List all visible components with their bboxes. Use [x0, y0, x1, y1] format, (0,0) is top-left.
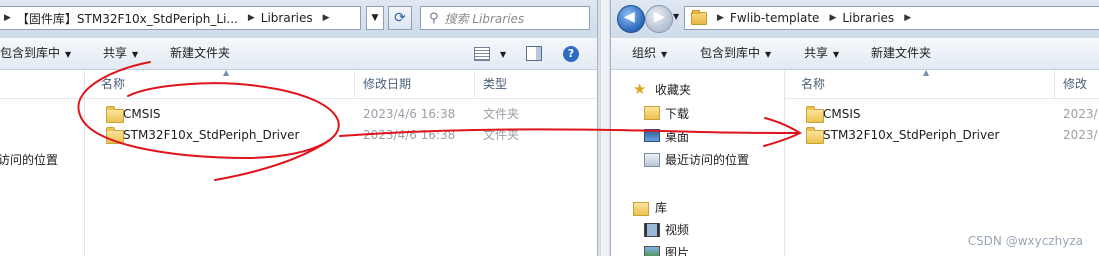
sort-arrow-icon: ▲ — [923, 68, 930, 77]
folder-icon — [106, 106, 124, 123]
preview-pane-icon — [526, 46, 542, 61]
window-divider — [597, 0, 611, 256]
new-folder-button[interactable]: 新建文件夹 — [871, 38, 931, 69]
file-name[interactable]: STM32F10x_StdPeriph_Driver — [823, 125, 999, 145]
help-icon: ? — [563, 46, 579, 62]
new-folder-label: 新建文件夹 — [170, 46, 231, 60]
breadcrumb-arrow-icon[interactable]: ▶ — [904, 13, 911, 23]
address-box[interactable]: ▶ Fwlib-template ▶ Libraries ▶ — [684, 6, 1099, 30]
breadcrumb-segment[interactable]: Libraries — [261, 11, 313, 25]
column-header-type[interactable]: 类型 — [475, 70, 585, 98]
search-placeholder: 搜索 Libraries — [444, 11, 525, 26]
downloads-folder-icon — [644, 106, 660, 120]
address-history-dropdown[interactable]: ▼ — [366, 6, 384, 30]
chevron-down-icon: ▼ — [661, 50, 668, 59]
organize-button[interactable]: 组织 ▼ — [632, 38, 667, 69]
chevron-down-icon: ▼ — [500, 50, 507, 59]
chevron-down-icon: ▼ — [65, 50, 72, 59]
organize-label: 组织 — [632, 46, 657, 60]
toolbar: 组织 ▼ 包含到库中 ▼ 共享 ▼ 新建文件夹 — [611, 38, 1099, 70]
file-date: 2023/4/6 16:38 — [363, 128, 456, 142]
left-explorer-window: ▶ 【固件库】STM32F10x_StdPeriph_Li... ▶ Libra… — [0, 0, 597, 256]
refresh-icon[interactable]: ⟳ — [388, 6, 412, 30]
forward-icon[interactable]: ▶ — [645, 5, 673, 33]
file-name[interactable]: CMSIS — [823, 104, 861, 124]
column-header-date[interactable]: 修改日期 — [355, 70, 475, 98]
address-box[interactable]: ▶ 【固件库】STM32F10x_StdPeriph_Li... ▶ Libra… — [0, 6, 361, 30]
navigation-pane: ★ 收藏夹 下载 桌面 最近访问的位置 库 视频 图片 — [611, 70, 785, 256]
file-list: 名称 修改日期 类型 ▲ CMSIS 2023/4/6 16:38 文件夹 ST… — [85, 68, 597, 256]
share-label: 共享 — [804, 46, 829, 60]
breadcrumb-arrow-icon[interactable]: ▶ — [717, 13, 724, 23]
nav-label: 收藏夹 — [655, 83, 692, 97]
breadcrumb-segment[interactable]: Fwlib-template — [730, 11, 820, 25]
column-headers: 名称 修改日期 类型 ▲ — [85, 68, 597, 99]
nav-label: 图片 — [665, 246, 690, 256]
file-list: 名称 修改 ▲ CMSIS 2023/ STM32F10x_StdPeriph_… — [785, 68, 1099, 256]
new-folder-label: 新建文件夹 — [871, 46, 932, 60]
chevron-down-icon: ▼ — [132, 50, 139, 59]
column-header-date[interactable]: 修改 — [1055, 70, 1099, 98]
include-in-library-button[interactable]: 包含到库中 ▼ — [700, 38, 771, 69]
search-icon: ⚲ — [429, 10, 439, 26]
file-name[interactable]: CMSIS — [123, 104, 161, 124]
share-button[interactable]: 共享 ▼ — [103, 38, 138, 69]
column-headers: 名称 修改 ▲ — [785, 68, 1099, 99]
sort-arrow-icon: ▲ — [223, 68, 230, 77]
nav-label: 下载 — [665, 107, 690, 121]
desktop-icon — [644, 129, 660, 142]
view-options-button[interactable]: ▼ — [474, 38, 506, 69]
folder-icon — [806, 127, 824, 144]
file-date: 2023/4/6 16:38 — [363, 107, 456, 121]
include-label: 包含到库中 — [700, 46, 761, 60]
pictures-icon — [644, 246, 660, 256]
star-icon: ★ — [633, 80, 647, 98]
chevron-down-icon: ▼ — [765, 50, 772, 59]
view-icon — [474, 46, 490, 61]
breadcrumb-segment[interactable]: Libraries — [842, 11, 894, 25]
scrollbar[interactable] — [600, 0, 609, 256]
address-bar: ▶ 【固件库】STM32F10x_StdPeriph_Li... ▶ Libra… — [0, 0, 597, 39]
breadcrumb-arrow-icon[interactable]: ▶ — [248, 13, 255, 23]
folder-icon — [106, 127, 124, 144]
chevron-down-icon: ▼ — [833, 50, 840, 59]
breadcrumb-arrow-icon[interactable]: ▶ — [829, 13, 836, 23]
new-folder-button[interactable]: 新建文件夹 — [170, 38, 230, 69]
breadcrumb-segment[interactable]: 【固件库】STM32F10x_StdPeriph_Li... — [17, 10, 238, 27]
address-bar: ◀ ▶ ▼ ▶ Fwlib-template ▶ Libraries ▶ — [611, 0, 1099, 39]
navigation-pane: 访问的位置 — [0, 70, 85, 256]
back-icon[interactable]: ◀ — [617, 5, 645, 33]
nav-item-recent[interactable]: 访问的位置 — [0, 150, 58, 170]
recent-places-icon — [644, 153, 660, 167]
right-explorer-window: ◀ ▶ ▼ ▶ Fwlib-template ▶ Libraries ▶ 组织 ▼… — [611, 0, 1099, 256]
file-type: 文件夹 — [483, 107, 520, 121]
help-button[interactable]: ? — [563, 38, 579, 69]
preview-pane-button[interactable] — [526, 38, 542, 69]
nav-label: 桌面 — [665, 130, 690, 144]
share-button[interactable]: 共享 ▼ — [804, 38, 839, 69]
folder-icon — [806, 106, 824, 123]
file-name[interactable]: STM32F10x_StdPeriph_Driver — [123, 125, 299, 145]
folder-icon — [691, 9, 707, 25]
breadcrumb-arrow-icon[interactable]: ▶ — [4, 13, 11, 23]
breadcrumb-arrow-icon[interactable]: ▶ — [323, 13, 330, 23]
nav-label: 库 — [655, 201, 668, 215]
toolbar: 包含到库中 ▼ 共享 ▼ 新建文件夹 ▼ ? — [0, 38, 597, 70]
include-in-library-button[interactable]: 包含到库中 ▼ — [0, 38, 71, 69]
share-label: 共享 — [103, 46, 128, 60]
include-label: 包含到库中 — [0, 46, 61, 60]
file-type: 文件夹 — [483, 128, 520, 142]
file-date: 2023/ — [1063, 128, 1098, 142]
nav-label: 最近访问的位置 — [665, 153, 750, 167]
recent-pages-dropdown[interactable]: ▼ — [673, 12, 679, 21]
file-date: 2023/ — [1063, 107, 1098, 121]
libraries-icon — [633, 202, 649, 216]
search-input[interactable]: ⚲ 搜索 Libraries — [420, 6, 590, 30]
nav-label: 视频 — [665, 223, 690, 237]
watermark: CSDN @wxyczhyza — [967, 234, 1083, 248]
nav-header — [0, 70, 84, 99]
videos-icon — [644, 223, 660, 237]
